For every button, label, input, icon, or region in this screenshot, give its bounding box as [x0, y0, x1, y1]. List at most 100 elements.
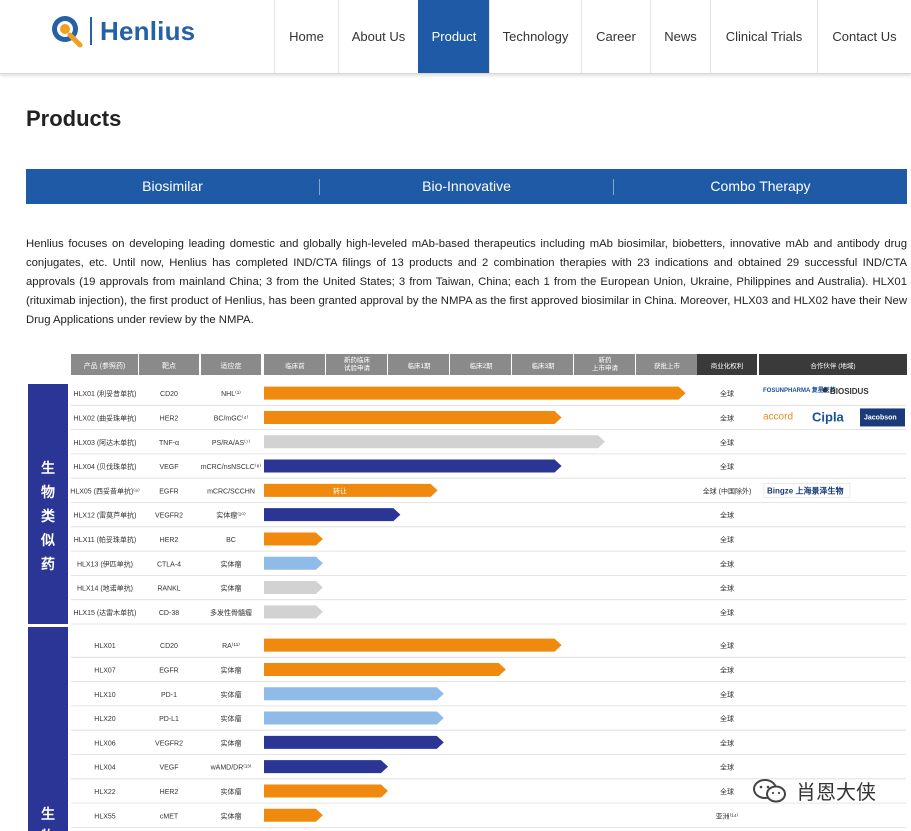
- row-indication: BC: [226, 537, 236, 544]
- row-product: HLX12 (雷莫芦单抗): [73, 511, 136, 520]
- row-rights: 亚洲⁽¹⁴⁾: [716, 812, 739, 820]
- row-rights: 全球: [720, 665, 734, 674]
- wechat-icon: [753, 778, 786, 802]
- progress-arrow: [264, 435, 605, 449]
- header-stage-label: 临床2期: [469, 361, 493, 370]
- row-product: HLX01 (利妥昔单抗): [73, 389, 136, 398]
- row-rights: 全球 (中国除外): [703, 486, 752, 495]
- row-target: VEGF: [159, 765, 178, 772]
- group-label-char: 生: [41, 806, 55, 822]
- header-stage-label: 新药临床: [344, 355, 371, 364]
- row-product: HLX10: [94, 692, 116, 699]
- row-indication: 实体瘤⁽¹⁰⁾: [216, 511, 246, 520]
- row-product: HLX07: [94, 667, 116, 674]
- progress-arrow: [264, 508, 401, 522]
- row-rights: 全球: [720, 763, 734, 772]
- header-stage-label: 上市申请: [592, 363, 619, 372]
- row-indication: 实体瘤: [221, 811, 242, 820]
- group-band-innovative: [28, 627, 68, 831]
- header-stage-label: 试验申请: [344, 363, 371, 372]
- row-indication: 多发性骨髓瘤: [210, 608, 252, 617]
- row-product: HLX04: [94, 765, 116, 772]
- progress-arrow: [264, 662, 506, 676]
- nav-item-product[interactable]: Product: [418, 0, 489, 73]
- row-rights: 全球: [720, 714, 734, 723]
- row-rights: 全球: [720, 584, 734, 593]
- nav-item-contact-us[interactable]: Contact Us: [817, 0, 911, 73]
- partner-logo-bingze: Bingze 上海景泽生物: [767, 485, 843, 495]
- row-indication: mCRC/SCCHN: [207, 488, 255, 495]
- row-target: VEGFR2: [155, 513, 183, 520]
- progress-arrow: [264, 483, 438, 497]
- header-product: 产品 (参照药): [84, 361, 126, 370]
- row-rights: 全球: [720, 690, 734, 699]
- row-rights: 全球: [720, 559, 734, 568]
- progress-arrow: [264, 556, 323, 570]
- progress-arrow: [264, 638, 562, 652]
- partner-logo-cipla: Cipla: [812, 409, 845, 424]
- row-indication: 实体瘤: [221, 559, 242, 568]
- row-rights: 全球: [720, 738, 734, 747]
- row-indication: 实体瘤: [221, 787, 242, 796]
- nav-item-news[interactable]: News: [650, 0, 710, 73]
- nav-item-home[interactable]: Home: [274, 0, 338, 73]
- progress-arrow: [264, 760, 388, 774]
- row-indication: mCRC/nsNSCLC⁽⁸⁾: [201, 463, 262, 471]
- row-product: HLX02 (曲妥珠单抗): [73, 413, 136, 422]
- row-target: CD20: [160, 643, 178, 650]
- pipeline-svg: 产品 (参照药) 靶点 适应症 临床前 新药临床试验申请 临床1期 临床2期 临床3期 新药上市…: [28, 354, 907, 831]
- header-stage-label: 获批上市: [654, 361, 681, 370]
- group-label-char: 类: [41, 508, 56, 524]
- row-rights: 全球: [720, 608, 734, 617]
- progress-arrow: [264, 410, 562, 424]
- progress-arrow: [264, 735, 444, 749]
- progress-note: 转让: [333, 486, 347, 495]
- row-target: VEGF: [159, 464, 178, 471]
- progress-arrow: [264, 784, 388, 798]
- row-rights: 全球: [720, 389, 734, 398]
- row-indication: 实体瘤: [221, 584, 242, 593]
- row-product: HLX15 (达雷木单抗): [73, 608, 136, 617]
- progress-arrow: [264, 386, 686, 400]
- row-indication: 实体瘤: [221, 690, 242, 699]
- henlius-logo[interactable]: Henlius: [50, 13, 195, 49]
- nav-item-about-us[interactable]: About Us: [338, 0, 418, 73]
- row-product: HLX06: [94, 740, 116, 747]
- site-header: Henlius Home About Us Product Technology Car…: [0, 0, 911, 74]
- row-product: HLX11 (帕妥珠单抗): [74, 535, 137, 544]
- header-indication: 适应症: [221, 361, 242, 370]
- row-rights: 全球: [720, 641, 734, 650]
- row-indication: wAMD/DR⁽¹³⁾: [210, 764, 252, 772]
- progress-arrow: [264, 711, 444, 725]
- row-rights: 全球: [720, 511, 734, 520]
- row-rights: 全球: [720, 787, 734, 796]
- pipeline-chart: 产品 (参照药) 靶点 适应症 临床前 新药临床 试验申请 临床1期 临床2期 临床3期 新药 上市…: [28, 353, 908, 831]
- biosidus-dot-icon: [822, 387, 828, 393]
- intro-paragraph: Henlius focuses on developing leading do…: [26, 238, 907, 326]
- nav-item-career[interactable]: Career: [581, 0, 650, 73]
- logo-divider: [90, 17, 92, 45]
- row-product: HLX14 (地诺单抗): [77, 584, 133, 593]
- nav-item-clinical-trials[interactable]: Clinical Trials: [710, 0, 817, 73]
- tab-biosimilar[interactable]: Biosimilar: [26, 169, 319, 204]
- row-target: CD20: [160, 391, 178, 398]
- main-nav: Home About Us Product Technology Career News C…: [274, 0, 911, 73]
- row-product: HLX03 (阿达木单抗): [73, 438, 136, 447]
- group-label-char: 物: [41, 484, 55, 500]
- tab-bio-innovative[interactable]: Bio-Innovative: [320, 169, 613, 204]
- group-band-biosimilar: [28, 384, 68, 624]
- group-label-char: 生: [41, 460, 55, 476]
- row-indication: 实体瘤: [221, 714, 242, 723]
- nav-item-technology[interactable]: Technology: [489, 0, 581, 73]
- row-target: HER2: [160, 789, 179, 796]
- header-stage-label: 临床3期: [531, 361, 555, 370]
- row-indication: 实体瘤: [221, 738, 242, 747]
- page-title: Products: [26, 106, 122, 131]
- row-rights: 全球: [720, 438, 734, 447]
- row-rights: 全球: [720, 413, 734, 422]
- header-rights: 商业化权利: [711, 361, 744, 370]
- tab-combo-therapy[interactable]: Combo Therapy: [614, 169, 907, 204]
- row-target: HER2: [160, 537, 179, 544]
- header-stage-label: 临床前: [285, 361, 305, 370]
- row-product: HLX05 (西妥昔单抗)⁽⁹⁾: [70, 486, 140, 495]
